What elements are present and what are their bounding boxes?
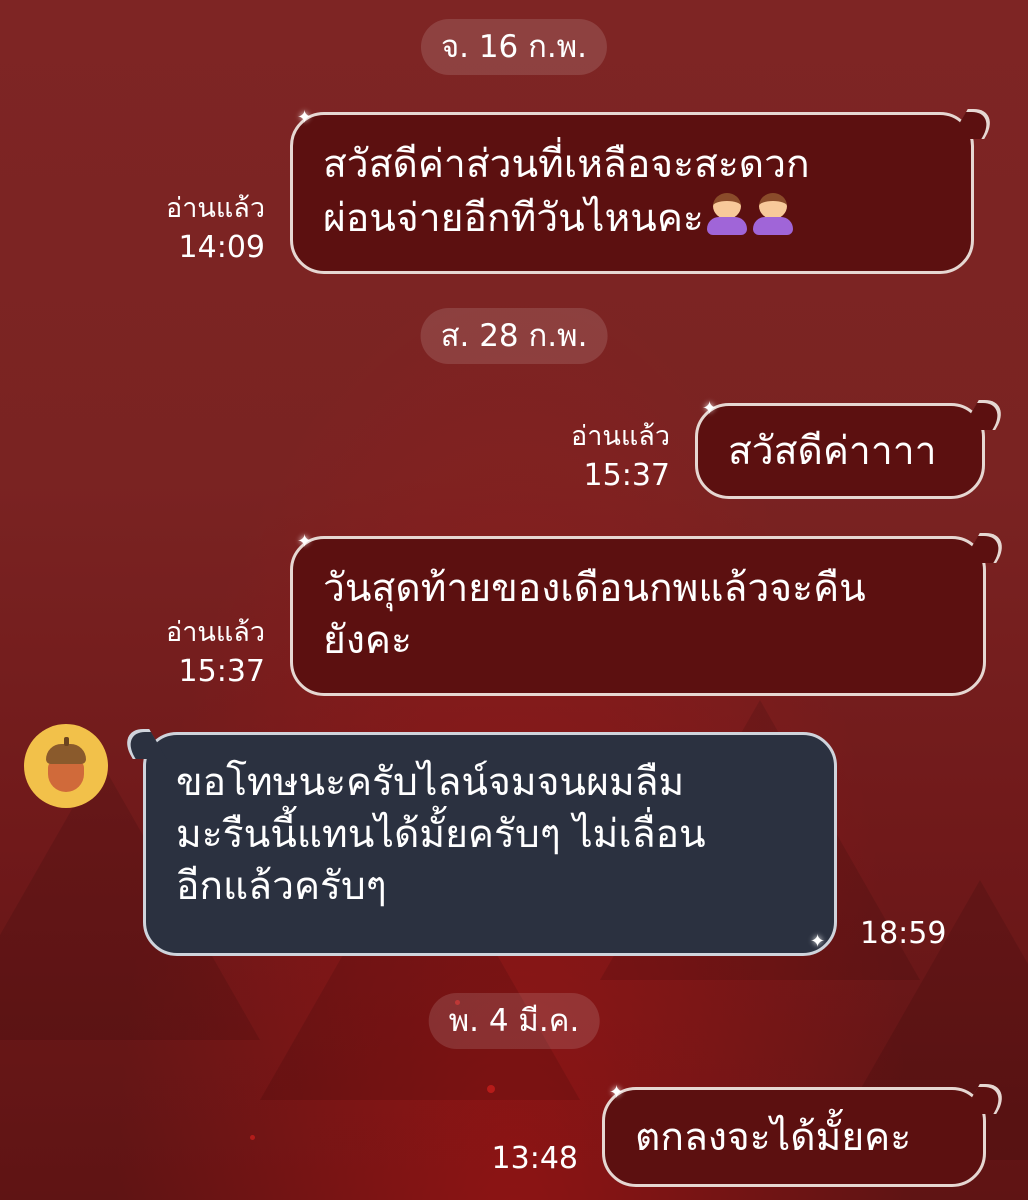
bubble-tail	[950, 109, 1002, 139]
message-text-line: มะรืนนี้แทนได้มั้ยครับๆ ไม่เลื่อน	[176, 812, 706, 857]
acorn-stem	[64, 737, 69, 746]
read-receipt: อ่านแล้ว	[166, 193, 265, 224]
message-meta: 18:59	[860, 914, 946, 954]
sparkle-icon: ✦	[810, 931, 826, 952]
sparkle-icon: ✦	[297, 531, 313, 552]
contact-avatar[interactable]	[24, 724, 108, 808]
outgoing-message-bubble[interactable]: ✦ สวัสดีค่าส่วนที่เหลือจะสะดวก ผ่อนจ่ายอ…	[290, 107, 1002, 274]
message-meta: อ่านแล้ว 15:37	[571, 418, 670, 496]
message-text: ผ่อนจ่ายอีกทีวันไหนคะ	[323, 196, 704, 241]
message-time: 13:48	[491, 1141, 578, 1176]
outgoing-message-bubble[interactable]: ✦ ตกลงจะได้มั้ยคะ	[602, 1082, 1014, 1187]
message-text-line: ตกลงจะได้มั้ยคะ	[635, 1115, 912, 1160]
date-separator: ส. 28 ก.พ.	[420, 308, 608, 364]
sparkle-icon: ✦	[297, 107, 313, 128]
message-text-line: อีกแล้วครับๆ	[176, 864, 387, 909]
bubble-tail	[115, 729, 167, 759]
message-time: 18:59	[860, 916, 947, 951]
person-bowing-icon	[750, 191, 796, 237]
background-speck	[250, 1135, 255, 1140]
sparkle-icon: ✦	[702, 398, 718, 419]
date-separator: จ. 16 ก.พ.	[420, 19, 608, 75]
person-bowing-icon	[704, 191, 750, 237]
incoming-message-bubble[interactable]: ✦ ขอโทษนะครับไลน์จมจนผมลืม มะรืนนี้แทนได…	[115, 729, 837, 956]
read-receipt: อ่านแล้ว	[166, 617, 265, 648]
message-time: 15:37	[583, 458, 670, 493]
read-receipt: อ่านแล้ว	[571, 421, 670, 452]
message-meta: 13:48	[492, 1139, 578, 1179]
message-text-line: ผ่อนจ่ายอีกทีวันไหนคะ	[323, 191, 945, 245]
outgoing-message-bubble[interactable]: ✦ วันสุดท้ายของเดือนกพแล้วจะคืน ยังคะ	[290, 531, 1014, 696]
message-time: 15:37	[178, 654, 265, 689]
date-separator: พ. 4 มี.ค.	[428, 993, 600, 1049]
message-meta: อ่านแล้ว 15:37	[166, 614, 265, 692]
message-time: 14:09	[178, 230, 265, 265]
bubble-tail	[962, 533, 1014, 563]
acorn-cap	[46, 744, 86, 764]
chat-screen: จ. 16 ก.พ. อ่านแล้ว 14:09 ✦ สวัสดีค่าส่ว…	[0, 0, 1028, 1200]
sparkle-icon: ✦	[609, 1082, 625, 1103]
background-speck	[487, 1085, 495, 1093]
acorn-icon	[48, 760, 84, 792]
message-meta: อ่านแล้ว 14:09	[166, 190, 265, 268]
message-text-line: ยังคะ	[323, 618, 412, 663]
message-text-line: สวัสดีค่าาาา	[728, 429, 937, 474]
bubble-tail	[961, 400, 1013, 430]
message-text-line: สวัสดีค่าส่วนที่เหลือจะสะดวก	[323, 142, 810, 187]
message-text-line: ขอโทษนะครับไลน์จมจนผมลืม	[176, 760, 685, 805]
message-text-line: วันสุดท้ายของเดือนกพแล้วจะคืน	[323, 566, 866, 611]
outgoing-message-bubble[interactable]: ✦ สวัสดีค่าาาา	[695, 398, 1013, 499]
